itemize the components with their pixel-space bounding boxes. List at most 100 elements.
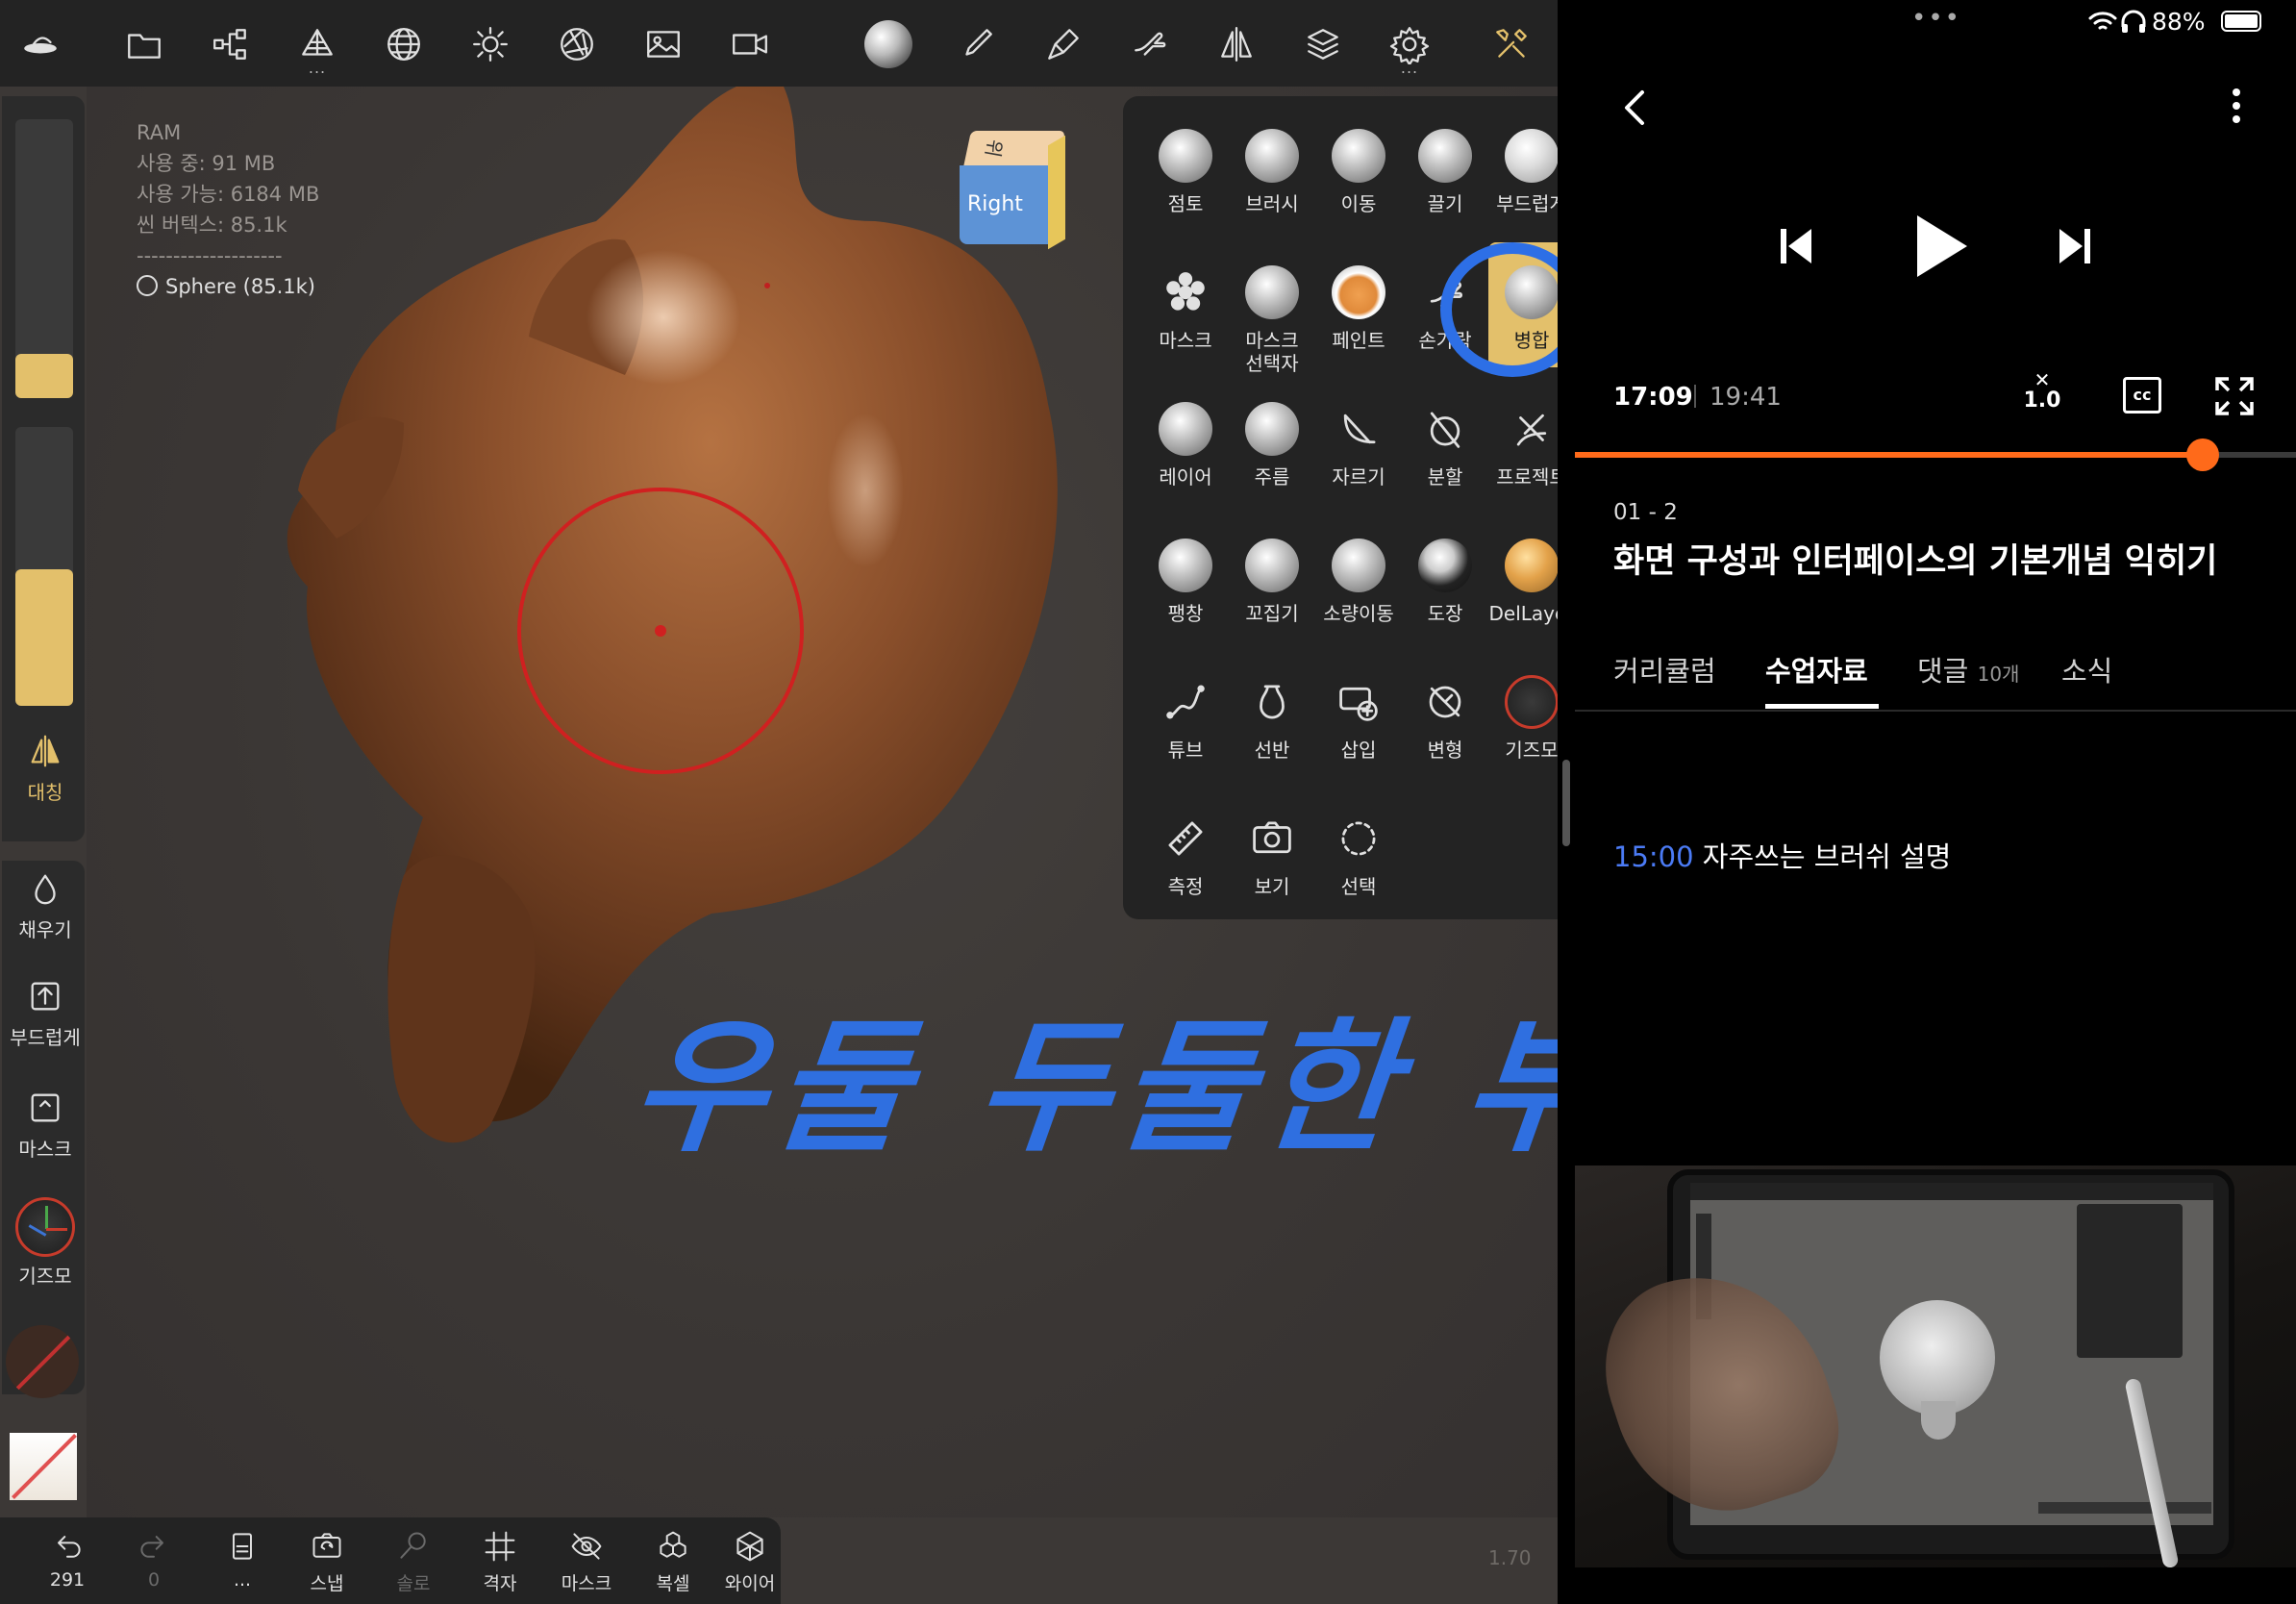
tool-mask-selector[interactable]: 마스크 선택자 — [1229, 242, 1315, 375]
tool-brush[interactable]: 브러시 — [1229, 106, 1315, 231]
material-sphere-icon[interactable] — [861, 17, 915, 71]
scene-graph-icon[interactable] — [204, 17, 258, 71]
stamp-icon — [1418, 539, 1472, 592]
tool-select[interactable]: 선택 — [1315, 789, 1402, 914]
hand-icon[interactable] — [1123, 17, 1177, 71]
project-icon — [1505, 402, 1558, 456]
mask-button[interactable]: 마스크 — [2, 1090, 88, 1162]
fill-button[interactable]: 채우기 — [2, 870, 88, 942]
smooth-button[interactable]: 부드럽게 — [2, 978, 88, 1050]
pip-camera-video[interactable] — [1575, 1165, 2296, 1567]
tool-move[interactable]: 이동 — [1315, 106, 1402, 231]
tool-drag[interactable]: 끌기 — [1402, 106, 1488, 231]
tool-clay[interactable]: 점토 — [1142, 106, 1229, 231]
playback-speed-value: 1.0 — [2023, 388, 2061, 413]
tool-del-layer[interactable]: DelLayer — [1488, 515, 1558, 640]
topology-icon[interactable]: ... — [290, 17, 344, 77]
mask-selector-icon — [1245, 265, 1299, 319]
tool-label: 브러시 — [1245, 192, 1299, 215]
multitask-dots[interactable]: ••• — [1911, 4, 1961, 33]
tool-gizmo[interactable]: 기즈모 — [1488, 652, 1558, 777]
chapter-entry[interactable]: 15:00 자주쓰는 브러쉬 설명 — [1613, 835, 1951, 875]
chapter-timestamp[interactable]: 15:00 — [1613, 840, 1694, 873]
tool-stamp[interactable]: 도장 — [1402, 515, 1488, 640]
back-chevron-icon[interactable] — [1619, 87, 1650, 129]
tool-label: 변형 — [1427, 739, 1463, 762]
color-swatch-dark[interactable] — [6, 1325, 79, 1398]
tool-crease[interactable]: 주름 — [1229, 379, 1315, 504]
tab-materials[interactable]: 수업자료 — [1765, 649, 1868, 689]
progress-knob[interactable] — [2186, 439, 2220, 471]
grid-button[interactable]: 격자 — [462, 1529, 538, 1595]
tool-measure[interactable]: 측정 — [1142, 789, 1229, 914]
tab-news[interactable]: 소식 — [2061, 649, 2112, 689]
image-icon[interactable] — [636, 17, 690, 71]
mesh-name[interactable]: Sphere (85.1k) — [165, 275, 315, 298]
closed-caption-icon[interactable]: cc — [2123, 377, 2161, 414]
ram-label: RAM — [137, 121, 182, 144]
undo-button[interactable]: 291 — [29, 1529, 106, 1591]
progress-track[interactable] — [1575, 439, 2296, 471]
video-icon[interactable] — [723, 17, 777, 71]
nomad-logo-icon[interactable] — [13, 17, 67, 71]
tool-project[interactable]: 프로젝트 — [1488, 379, 1558, 504]
tool-mask[interactable]: 마스크 — [1142, 242, 1229, 367]
tool-pinch[interactable]: 꼬집기 — [1229, 515, 1315, 640]
camera-aperture-icon[interactable] — [550, 17, 604, 71]
tool-insert[interactable]: 삽입 — [1315, 652, 1402, 777]
tool-inflate[interactable]: 팽창 — [1142, 515, 1229, 640]
symmetry-button[interactable]: 대칭 — [2, 733, 88, 805]
view-cube[interactable]: 위 Right — [960, 131, 1066, 250]
skip-next-icon[interactable] — [2058, 225, 2092, 267]
symmetry-icon[interactable] — [1210, 17, 1263, 71]
tool-nudge[interactable]: 소량이동 — [1315, 515, 1402, 640]
color-swatch-white[interactable] — [10, 1433, 77, 1500]
layers-icon[interactable] — [1296, 17, 1350, 71]
wireframe-button[interactable]: 와이어 — [719, 1529, 781, 1595]
tool-label: 팽창 — [1167, 602, 1204, 625]
battery-icon — [2221, 11, 2261, 32]
playback-speed-button[interactable]: ✕ 1.0 — [2023, 370, 2061, 413]
solo-button[interactable]: 솔로 — [375, 1529, 452, 1595]
radius-slider[interactable] — [15, 119, 73, 398]
tool-layer[interactable]: 레이어 — [1142, 379, 1229, 504]
redo-button[interactable]: 0 — [115, 1529, 192, 1591]
intensity-slider[interactable] — [15, 427, 73, 706]
tool-trim[interactable]: 자르기 — [1315, 379, 1402, 504]
light-icon[interactable] — [463, 17, 517, 71]
voxel-button[interactable]: 복셀 — [635, 1529, 711, 1595]
play-icon[interactable] — [1913, 212, 1971, 281]
gizmo-button[interactable]: 기즈모 — [2, 1197, 88, 1289]
tools-icon[interactable] — [1485, 17, 1538, 71]
folder-icon[interactable] — [117, 17, 171, 71]
progress-fill — [1575, 452, 2204, 458]
grid-icon — [485, 1531, 515, 1562]
tool-split[interactable]: 분할 — [1402, 379, 1488, 504]
duration: 19:41 — [1710, 383, 1782, 412]
paint-brush-icon[interactable] — [950, 17, 1004, 71]
tool-tube[interactable]: 튜브 — [1142, 652, 1229, 777]
more-vertical-icon[interactable] — [2231, 85, 2242, 127]
fullscreen-icon[interactable] — [2213, 375, 2256, 417]
tool-transform[interactable]: 변형 — [1402, 652, 1488, 777]
tool-label: 소량이동 — [1323, 602, 1394, 625]
stroke-icon[interactable] — [1036, 17, 1090, 71]
history-button[interactable]: ... — [204, 1529, 281, 1591]
tab-curriculum[interactable]: 커리큘럼 — [1613, 649, 1716, 689]
inflate-icon — [1159, 539, 1212, 592]
tool-paint[interactable]: 페인트 — [1315, 242, 1402, 367]
tool-lathe[interactable]: 선반 — [1229, 652, 1315, 777]
tab-comments[interactable]: 댓글 10개 — [1917, 649, 2019, 689]
tool-label: DelLayer — [1488, 602, 1558, 625]
wireframe-sphere-icon[interactable] — [377, 17, 431, 71]
upload-box-icon — [31, 982, 60, 1011]
skip-previous-icon[interactable] — [1779, 225, 1813, 267]
symmetry-icon — [31, 735, 60, 767]
snap-button[interactable]: 스냅 — [288, 1529, 365, 1595]
mask-visibility-button[interactable]: 마스크 — [548, 1529, 625, 1595]
tool-smooth[interactable]: 부드럽게 — [1488, 106, 1558, 231]
tool-view[interactable]: 보기 — [1229, 789, 1315, 914]
tool-label: 도장 — [1427, 602, 1463, 625]
split-view-divider[interactable] — [1558, 0, 1575, 1604]
settings-icon[interactable]: ... — [1383, 17, 1436, 77]
